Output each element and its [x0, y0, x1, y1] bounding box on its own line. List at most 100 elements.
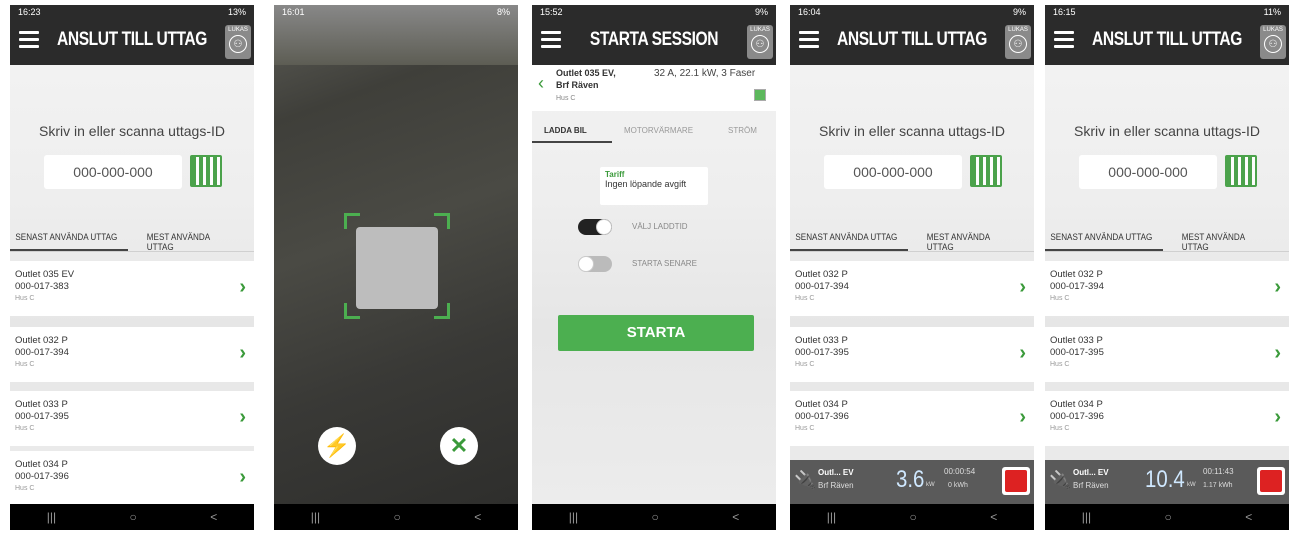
home-button[interactable]: ○ [910, 510, 917, 524]
outlet-id: 000-017-383 [15, 281, 69, 292]
user-name: LUKAS [1263, 27, 1283, 33]
back-button[interactable]: < [1245, 510, 1252, 524]
qr-scan-icon[interactable] [1225, 155, 1257, 187]
page-title: ANSLUT TILL UTTAG [837, 29, 987, 50]
back-arrow-icon[interactable]: ‹ [538, 73, 544, 94]
recent-apps-button[interactable]: ||| [47, 510, 56, 524]
recent-apps-button[interactable]: ||| [827, 510, 836, 524]
outlet-id-input[interactable]: 000-000-000 [824, 155, 962, 189]
tariff-text: Ingen löpande avgift [605, 179, 687, 189]
clock: 16:04 [798, 7, 821, 17]
charging-status-bar[interactable]: 🔌 Outl... EV Brf Räven 10.4 kW 00:11:43 … [1045, 460, 1289, 504]
outlet-name: Outlet 033 P [1050, 335, 1103, 346]
qr-scan-icon[interactable] [190, 155, 222, 187]
prompt-text: Skriv in eller scanna uttags-ID [1074, 123, 1260, 139]
charging-status-bar[interactable]: 🔌 Outl... EV Brf Räven 3.6 kW 00:00:54 0… [790, 460, 1034, 504]
chevron-right-icon: › [239, 406, 246, 428]
tab-charge-car[interactable]: LADDA BIL [544, 126, 587, 135]
recent-apps-button[interactable]: ||| [311, 510, 320, 524]
list-item[interactable]: Outlet 032 P 000-017-394 Hus C › [790, 261, 1034, 316]
avatar[interactable]: LUKAS ⚇ [747, 25, 773, 59]
outlet-location: Hus C [795, 295, 815, 302]
page-title: ANSLUT TILL UTTAG [1092, 29, 1242, 50]
tab-recent[interactable]: SENAST ANVÄNDA UTTAG [15, 232, 117, 242]
charging-outlet: Outl... EV [1073, 468, 1109, 477]
tab-engine-heater[interactable]: MOTORVÄRMARE [624, 126, 693, 135]
outlet-location: Hus C [1050, 295, 1070, 302]
list-item[interactable]: Outlet 034 P 000-017-396 Hus C › [1045, 391, 1289, 446]
home-button[interactable]: ○ [130, 510, 137, 524]
outlet-name: Outlet 034 P [1050, 399, 1103, 410]
charge-time-toggle[interactable] [578, 219, 612, 235]
close-icon[interactable]: ✕ [440, 427, 478, 465]
battery-level: 13% [227, 7, 246, 17]
phone-screen-3: 15:52 9% STARTA SESSION LUKAS ⚇ ‹ Outlet 0… [532, 5, 776, 530]
charging-place: Brf Räven [818, 481, 854, 490]
tab-bar: SENAST ANVÄNDA UTTAG MEST ANVÄNDA UTTAG [1045, 227, 1265, 252]
tab-power[interactable]: STRÖM [728, 126, 757, 135]
play-icon[interactable] [754, 89, 766, 101]
system-nav-bar: ||| ○ < [532, 504, 776, 530]
tariff-card: Tariff Ingen löpande avgift [600, 167, 708, 205]
avatar[interactable]: LUKAS ⚇ [1260, 25, 1286, 59]
list-item[interactable]: Outlet 032 P 000-017-394 Hus C › [10, 327, 254, 382]
chevron-right-icon: › [1274, 276, 1281, 298]
status-bar: 16:04 9% [790, 5, 1034, 19]
home-button[interactable]: ○ [394, 510, 401, 524]
outlet-location: Hus C [15, 361, 35, 368]
start-button[interactable]: STARTA [558, 315, 754, 351]
recent-apps-button[interactable]: ||| [1082, 510, 1091, 524]
outlet-info: ‹ Outlet 035 EV, Brf Räven Hus C 32 A, 2… [532, 65, 776, 111]
outlet-location: Hus C [15, 425, 35, 432]
stop-button[interactable] [1257, 467, 1285, 495]
tariff-label: Tariff [605, 170, 625, 179]
tab-most-used[interactable]: MEST ANVÄNDA UTTAG [147, 232, 230, 252]
chevron-right-icon: › [239, 342, 246, 364]
list-item[interactable]: Outlet 032 P 000-017-394 Hus C › [1045, 261, 1289, 316]
home-button[interactable]: ○ [652, 510, 659, 524]
back-button[interactable]: < [474, 510, 481, 524]
tab-recent[interactable]: SENAST ANVÄNDA UTTAG [1050, 232, 1152, 242]
status-bar: 15:52 9% [532, 5, 776, 19]
outlet-id: 000-017-395 [1050, 347, 1104, 358]
avatar[interactable]: LUKAS ⚇ [1005, 25, 1031, 59]
back-button[interactable]: < [210, 510, 217, 524]
outlet-id: 000-017-395 [15, 411, 69, 422]
battery-level: 9% [1012, 7, 1026, 17]
clock: 15:52 [540, 7, 563, 17]
outlet-id: 000-017-394 [795, 281, 849, 292]
list-item[interactable]: Outlet 033 P 000-017-395 Hus C › [10, 391, 254, 446]
start-later-toggle[interactable] [578, 256, 612, 272]
list-item[interactable]: Outlet 035 EV 000-017-383 Hus C › [10, 261, 254, 316]
tab-recent[interactable]: SENAST ANVÄNDA UTTAG [795, 232, 897, 242]
stop-button[interactable] [1002, 467, 1030, 495]
tab-most-used[interactable]: MEST ANVÄNDA UTTAG [927, 232, 1010, 252]
battery-level: 9% [754, 7, 768, 17]
back-button[interactable]: < [732, 510, 739, 524]
charging-time: 00:00:54 [944, 467, 976, 476]
outlet-location: Hus C [795, 361, 815, 368]
tab-divider [10, 251, 254, 252]
avatar[interactable]: LUKAS ⚇ [225, 25, 251, 59]
list-item[interactable]: Outlet 033 P 000-017-395 Hus C › [1045, 327, 1289, 382]
app-bar: ANSLUT TILL UTTAG LUKAS ⚇ [1045, 19, 1289, 65]
list-item[interactable]: Outlet 033 P 000-017-395 Hus C › [790, 327, 1034, 382]
chevron-right-icon: › [239, 466, 246, 488]
back-button[interactable]: < [990, 510, 997, 524]
list-item[interactable]: Outlet 034 P 000-017-396 Hus C › [10, 451, 254, 506]
outlet-id-input[interactable]: 000-000-000 [1079, 155, 1217, 189]
outlet-name: Outlet 032 P [795, 269, 848, 280]
chevron-right-icon: › [1274, 406, 1281, 428]
flash-icon[interactable]: ⚡ [318, 427, 356, 465]
home-button[interactable]: ○ [1165, 510, 1172, 524]
list-item[interactable]: Outlet 034 P 000-017-396 Hus C › [790, 391, 1034, 446]
recent-apps-button[interactable]: ||| [569, 510, 578, 524]
outlet-id-input[interactable]: 000-000-000 [44, 155, 182, 189]
chevron-right-icon: › [1019, 406, 1026, 428]
outlet-name: Outlet 032 P [15, 335, 68, 346]
tab-most-used[interactable]: MEST ANVÄNDA UTTAG [1182, 232, 1265, 252]
qr-scan-icon[interactable] [970, 155, 1002, 187]
tab-divider [790, 251, 1034, 252]
user-icon: ⚇ [1264, 35, 1282, 53]
outlet-name: Outlet 034 P [795, 399, 848, 410]
